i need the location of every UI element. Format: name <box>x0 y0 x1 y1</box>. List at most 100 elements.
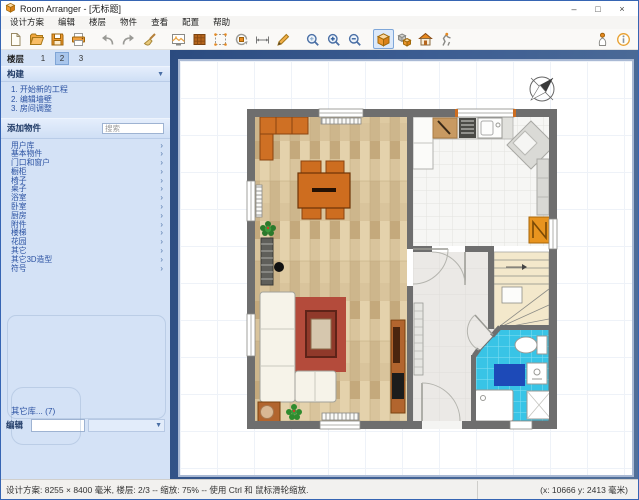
bookshelf[interactable] <box>261 238 273 285</box>
tv-cabinet[interactable] <box>391 320 405 413</box>
object-preview-area <box>1 275 170 405</box>
category-item[interactable]: 花园› <box>11 238 163 247</box>
menu-item-floor[interactable]: 楼层 <box>82 16 113 29</box>
save-button[interactable] <box>47 29 68 49</box>
floor-tab-3[interactable]: 3 <box>74 52 88 65</box>
category-item[interactable]: 厨房› <box>11 212 163 221</box>
close-button[interactable]: × <box>610 2 634 16</box>
new-document-button[interactable] <box>5 29 26 49</box>
edit-dropdown[interactable]: ▼ <box>88 419 165 432</box>
corner-table[interactable] <box>258 402 280 423</box>
edit-pencil-button[interactable] <box>273 29 294 49</box>
menu-item-design-plan[interactable]: 设计方案 <box>3 16 51 29</box>
undo-button[interactable] <box>97 29 118 49</box>
home-3d-button[interactable] <box>415 29 436 49</box>
zoom-out-icon <box>347 32 362 47</box>
category-item[interactable]: 橱柜› <box>11 168 163 177</box>
materials-icon <box>192 32 207 47</box>
category-item[interactable]: 其它3D造型› <box>11 256 163 265</box>
objects-3d-button[interactable] <box>394 29 415 49</box>
snapshot-button[interactable] <box>168 29 189 49</box>
preview-panel-outline <box>11 387 81 445</box>
floor-tab-2[interactable]: 2 <box>55 52 69 65</box>
category-item[interactable]: 浴室› <box>11 194 163 203</box>
toolbar-separator <box>89 30 97 48</box>
title-bar: Room Arranger - [无标题] – □ × <box>1 1 638 16</box>
build-section-header[interactable]: 构建 ▼ <box>1 66 170 82</box>
floor-lamp[interactable] <box>274 262 284 272</box>
maximize-button[interactable]: □ <box>586 2 610 16</box>
select-points-icon <box>213 32 228 47</box>
snapshot-icon <box>171 32 186 47</box>
pointer-hand-button[interactable] <box>592 29 613 49</box>
menu-item-help[interactable]: 帮助 <box>206 16 237 29</box>
minimize-button[interactable]: – <box>562 2 586 16</box>
toolbar-separator <box>294 30 302 48</box>
front-door-opening <box>422 421 462 429</box>
save-icon <box>50 32 65 47</box>
bath-mat <box>494 364 525 386</box>
pointer-hand-icon <box>595 32 610 47</box>
rotate-object-icon <box>234 32 249 47</box>
print-button[interactable] <box>68 29 89 49</box>
canvas-area[interactable] <box>170 50 638 479</box>
zoom-out-button[interactable] <box>344 29 365 49</box>
floor-plan[interactable] <box>180 61 632 475</box>
category-item[interactable]: 卧室› <box>11 203 163 212</box>
category-item[interactable]: 符号 › <box>11 265 163 274</box>
window-controls: – □ × <box>562 2 634 16</box>
coffee-table[interactable] <box>306 311 336 357</box>
floors-panel: 楼层 123 <box>1 50 170 66</box>
category-item[interactable]: 椅子› <box>11 177 163 186</box>
menu-item-object[interactable]: 物件 <box>113 16 144 29</box>
collapse-arrow-icon[interactable]: ▼ <box>157 71 164 78</box>
undo-icon <box>100 32 115 47</box>
drawing-page[interactable] <box>178 59 634 477</box>
window-title: Room Arranger - [无标题] <box>20 2 121 15</box>
open-folder-icon <box>29 32 44 47</box>
hall-wardrobe[interactable] <box>414 303 423 375</box>
category-item[interactable]: 桌子› <box>11 185 163 194</box>
edit-pencil-icon <box>276 32 291 47</box>
category-item[interactable]: 附件› <box>11 221 163 230</box>
materials-button[interactable] <box>189 29 210 49</box>
clean-brush-icon <box>142 32 157 47</box>
application-window: Room Arranger - [无标题] – □ × 设计方案编辑楼层物件查看… <box>0 0 639 500</box>
measure-button[interactable] <box>252 29 273 49</box>
menu-item-options[interactable]: 配置 <box>175 16 206 29</box>
sidebar: 楼层 123 构建 ▼ 1. 开始新的工程2. 编辑墙壁3. 房间调整 添加物件… <box>1 50 170 479</box>
build-step-3[interactable]: 3. 房间调整 <box>11 104 170 114</box>
menu-item-view[interactable]: 查看 <box>144 16 175 29</box>
select-points-button[interactable] <box>210 29 231 49</box>
rotate-object-button[interactable] <box>231 29 252 49</box>
walk-mode-button[interactable] <box>436 29 457 49</box>
category-item[interactable]: 门口和窗户› <box>11 159 163 168</box>
build-step-2[interactable]: 2. 编辑墙壁 <box>11 95 170 105</box>
menu-item-edit[interactable]: 编辑 <box>51 16 82 29</box>
toilet-tank <box>537 336 547 354</box>
status-text: 设计方案: 8255 × 8400 毫米, 楼层: 2/3 -- 缩放: 75%… <box>1 484 477 496</box>
category-item[interactable]: 楼梯› <box>11 229 163 238</box>
search-input[interactable] <box>102 123 164 134</box>
kitchen-cabinets[interactable] <box>537 159 549 215</box>
clean-brush-button[interactable] <box>139 29 160 49</box>
floor-tab-1[interactable]: 1 <box>36 52 50 65</box>
redo-button[interactable] <box>118 29 139 49</box>
shower <box>475 390 513 421</box>
menu-bar: 设计方案编辑楼层物件查看配置帮助 <box>1 16 638 29</box>
boiler[interactable] <box>529 217 550 243</box>
zoom-fit-button[interactable] <box>302 29 323 49</box>
toilet <box>515 337 537 353</box>
category-label: 符号 <box>11 265 27 274</box>
view-3d-icon <box>376 32 391 47</box>
new-document-icon <box>8 32 23 47</box>
chevron-right-icon: › <box>160 265 163 274</box>
add-objects-label: 添加物件 <box>7 122 41 134</box>
open-folder-button[interactable] <box>26 29 47 49</box>
info-button[interactable] <box>613 29 634 49</box>
zoom-in-button[interactable] <box>323 29 344 49</box>
radiator[interactable] <box>322 413 359 420</box>
build-step-1[interactable]: 1. 开始新的工程 <box>11 85 170 95</box>
build-header-label: 构建 <box>7 68 24 80</box>
view-3d-button[interactable] <box>373 29 394 49</box>
